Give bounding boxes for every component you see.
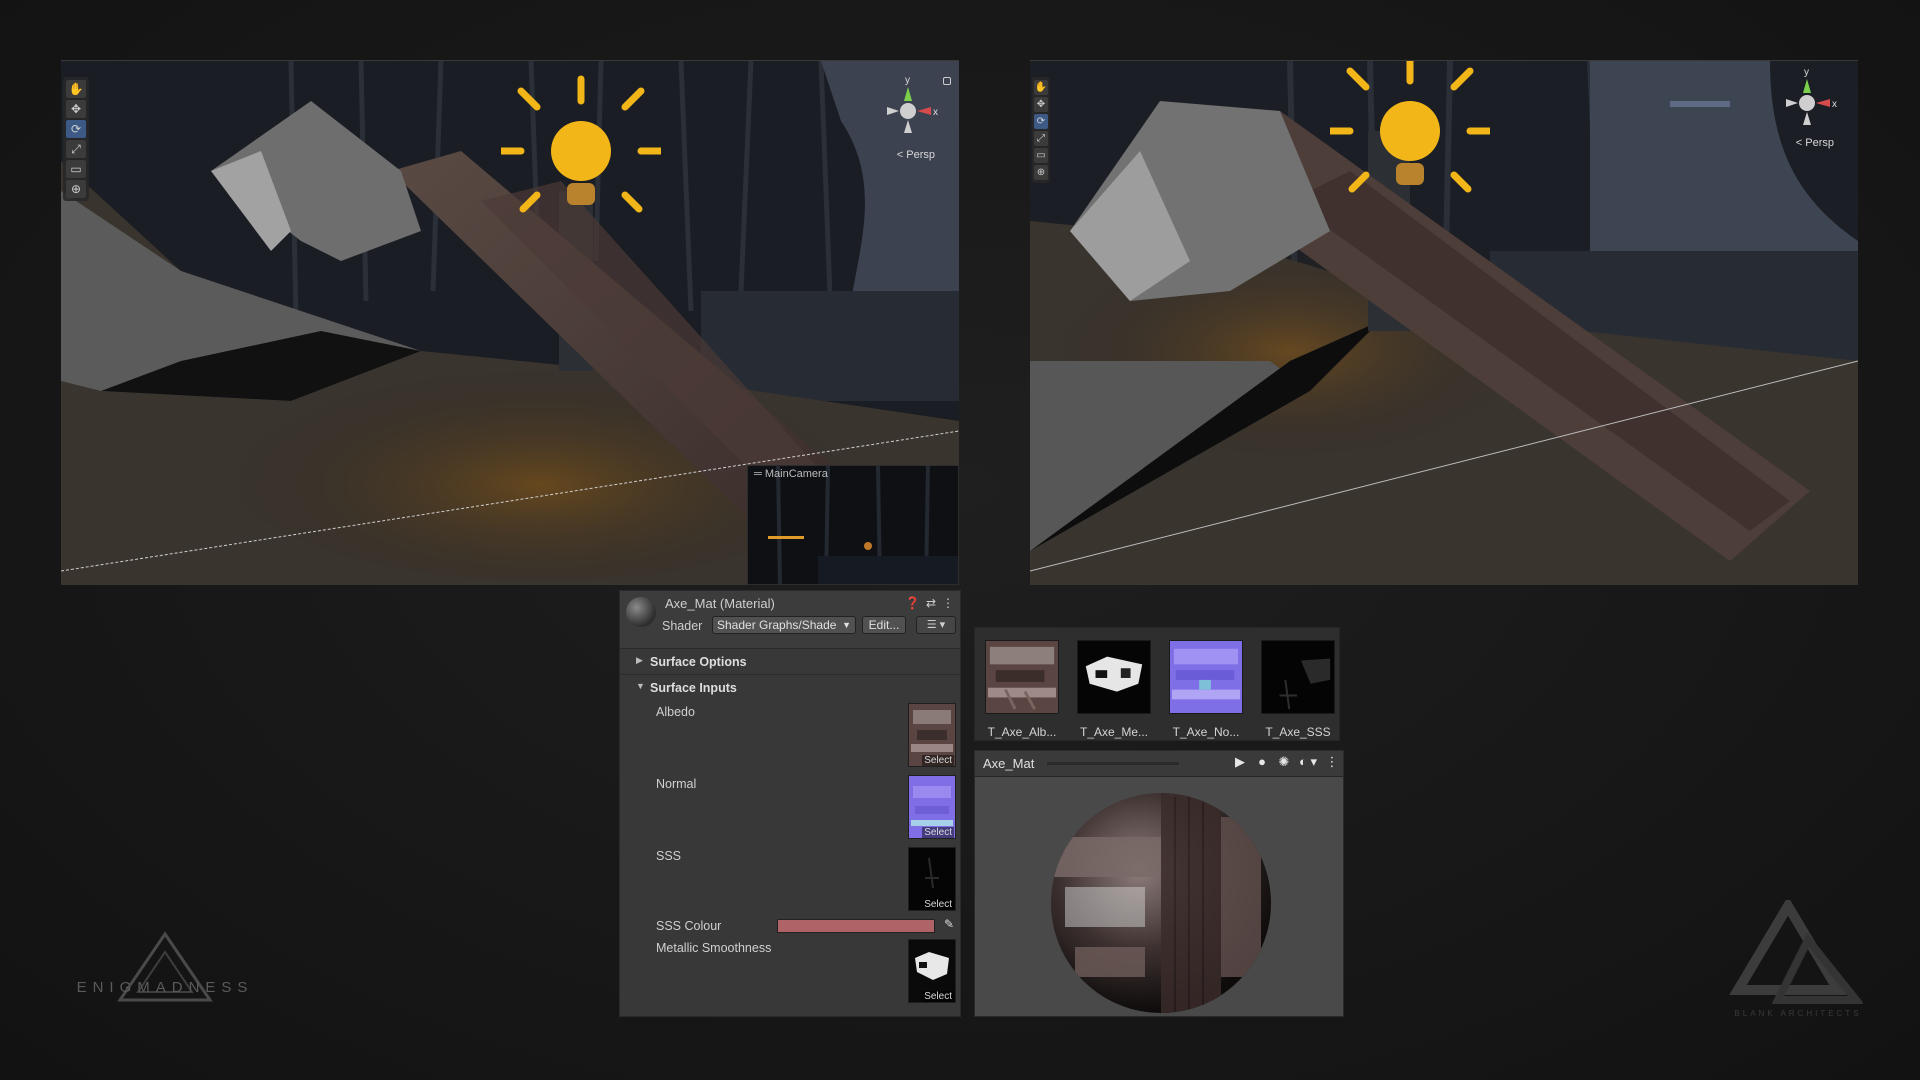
texture-tile[interactable]: T_Axe_No... <box>1169 640 1243 739</box>
background-toggle-icon[interactable]: ◐ ▾ <box>1299 754 1317 770</box>
edit-shader-button[interactable]: Edit... <box>862 616 906 634</box>
metallic-texture-thumbnail <box>1077 640 1151 714</box>
shader-dropdown[interactable]: Shader Graphs/Shade ▼ <box>712 616 856 634</box>
inspector-header: Axe_Mat (Material) ❓ ⇄ ⋮ Shader Shader G… <box>620 591 960 649</box>
sphere-shape-icon[interactable]: ● <box>1255 754 1269 770</box>
sss-label: SSS <box>656 849 682 863</box>
sun-light-icon[interactable] <box>501 71 661 231</box>
rotate-tool-icon[interactable]: ⟳ <box>1034 114 1048 129</box>
gizmo-x-label: x <box>1832 99 1837 110</box>
texture-name: T_Axe_Alb... <box>987 725 1057 739</box>
inspector-title: Axe_Mat (Material) <box>665 596 775 611</box>
rect-tool-icon[interactable]: ▭ <box>66 160 86 178</box>
scene-viewport-right[interactable]: ✋ ✥ ⟳ ⤢ ▭ ⊕ y x < Persp <box>1030 60 1858 585</box>
lock-icon[interactable] <box>943 77 951 85</box>
list-options-button[interactable]: ☰ ▾ <box>916 616 956 634</box>
texture-name: T_Axe_SSS <box>1265 725 1331 739</box>
preview-toolbar: Axe_Mat ▶ ● ✺ ◐ ▾ ⋮ <box>975 751 1343 777</box>
surface-inputs-header[interactable]: ▼ Surface Inputs <box>620 675 960 701</box>
normal-label: Normal <box>656 777 697 791</box>
sss-texture-thumbnail <box>1261 640 1335 714</box>
texture-browser: T_Axe_Alb... T_Axe_Me... T_Axe_No... T_A… <box>974 627 1340 741</box>
scene-viewport-left[interactable]: ✋ ✥ ⟳ ⤢ ▭ ⊕ y x < Persp ═ MainCamera <box>61 60 959 585</box>
metallic-smoothness-label: Metallic Smoothness <box>656 941 772 955</box>
shader-label: Shader <box>662 619 703 633</box>
more-menu-icon[interactable]: ⋮ <box>942 596 954 610</box>
architects-logo: BLANK ARCHITECTS <box>1729 900 1863 1018</box>
gizmo-x-label: x <box>933 107 938 118</box>
transform-tool-icon[interactable]: ⊕ <box>1034 165 1048 180</box>
lighting-icon[interactable]: ✺ <box>1277 754 1291 770</box>
hand-tool-icon[interactable]: ✋ <box>66 80 86 98</box>
preview-resize-handle[interactable] <box>1047 762 1179 765</box>
select-label[interactable]: Select <box>922 899 954 910</box>
eyedropper-icon[interactable]: ✎ <box>944 917 954 931</box>
foldout-arrow-icon: ▶ <box>636 655 643 665</box>
metallic-smoothness-texture-slot[interactable]: Select <box>908 939 956 1003</box>
play-icon[interactable]: ▶ <box>1233 754 1247 770</box>
texture-name: T_Axe_Me... <box>1079 725 1149 739</box>
texture-tile[interactable]: T_Axe_Me... <box>1077 640 1151 739</box>
enigmadness-logo: ENIGMADNESS <box>77 931 254 1002</box>
select-label[interactable]: Select <box>922 827 954 838</box>
preset-icon[interactable]: ⇄ <box>926 596 936 610</box>
move-tool-icon[interactable]: ✥ <box>1034 97 1048 112</box>
preview-sphere[interactable] <box>975 777 1343 1017</box>
transform-tool-icon[interactable]: ⊕ <box>66 180 86 198</box>
texture-tile[interactable]: T_Axe_Alb... <box>985 640 1059 739</box>
camera-preview: ═ MainCamera <box>747 465 959 585</box>
metallic-smoothness-property: Metallic Smoothness Select <box>620 937 960 1009</box>
help-icon[interactable]: ❓ <box>905 596 920 610</box>
scene-tool-strip: ✋ ✥ ⟳ ⤢ ▭ ⊕ <box>63 77 89 201</box>
material-inspector: Axe_Mat (Material) ❓ ⇄ ⋮ Shader Shader G… <box>619 590 961 1017</box>
select-label[interactable]: Select <box>922 755 954 766</box>
orientation-gizmo[interactable]: y x <box>875 73 945 153</box>
sss-colour-swatch[interactable] <box>777 919 935 933</box>
svg-text:BLANK ARCHITECTS: BLANK ARCHITECTS <box>1734 1009 1861 1018</box>
material-thumbnail <box>626 597 656 627</box>
albedo-texture-slot[interactable]: Select <box>908 703 956 767</box>
normal-texture-slot[interactable]: Select <box>908 775 956 839</box>
sss-property: SSS Select <box>620 845 960 917</box>
orientation-gizmo[interactable]: y x <box>1774 65 1844 145</box>
sss-colour-label: SSS Colour <box>656 919 722 933</box>
material-preview: Axe_Mat ▶ ● ✺ ◐ ▾ ⋮ <box>974 750 1344 1017</box>
chevron-down-icon: ▼ <box>842 620 851 630</box>
persp-label[interactable]: < Persp <box>897 149 935 161</box>
normal-property: Normal Select <box>620 773 960 845</box>
preview-title: Axe_Mat <box>983 756 1035 771</box>
sss-texture-slot[interactable]: Select <box>908 847 956 911</box>
foldout-arrow-icon: ▼ <box>636 681 645 691</box>
texture-name: T_Axe_No... <box>1172 725 1240 739</box>
gizmo-y-label: y <box>1804 67 1809 78</box>
texture-tile[interactable]: T_Axe_SSS <box>1261 640 1335 739</box>
persp-label[interactable]: < Persp <box>1796 137 1834 149</box>
rotate-tool-icon[interactable]: ⟳ <box>66 120 86 138</box>
scene-tool-strip: ✋ ✥ ⟳ ⤢ ▭ ⊕ <box>1032 77 1050 183</box>
scale-tool-icon[interactable]: ⤢ <box>66 140 86 158</box>
svg-text:ENIGMADNESS: ENIGMADNESS <box>77 979 254 996</box>
surface-options-header[interactable]: ▶ Surface Options <box>620 649 960 675</box>
scale-tool-icon[interactable]: ⤢ <box>1034 131 1048 146</box>
sun-light-icon[interactable] <box>1330 60 1490 211</box>
more-menu-icon[interactable]: ⋮ <box>1325 754 1339 770</box>
albedo-label: Albedo <box>656 705 695 719</box>
normal-texture-thumbnail <box>1169 640 1243 714</box>
hand-tool-icon[interactable]: ✋ <box>1034 80 1048 95</box>
select-label[interactable]: Select <box>922 991 954 1002</box>
camera-preview-label: ═ MainCamera <box>754 468 828 480</box>
move-tool-icon[interactable]: ✥ <box>66 100 86 118</box>
gizmo-y-label: y <box>905 75 910 86</box>
inspector-header-icons: ❓ ⇄ ⋮ <box>905 596 954 610</box>
albedo-texture-thumbnail <box>985 640 1059 714</box>
albedo-property: Albedo Select <box>620 701 960 773</box>
rect-tool-icon[interactable]: ▭ <box>1034 148 1048 163</box>
sss-colour-property: SSS Colour ✎ <box>620 917 960 937</box>
